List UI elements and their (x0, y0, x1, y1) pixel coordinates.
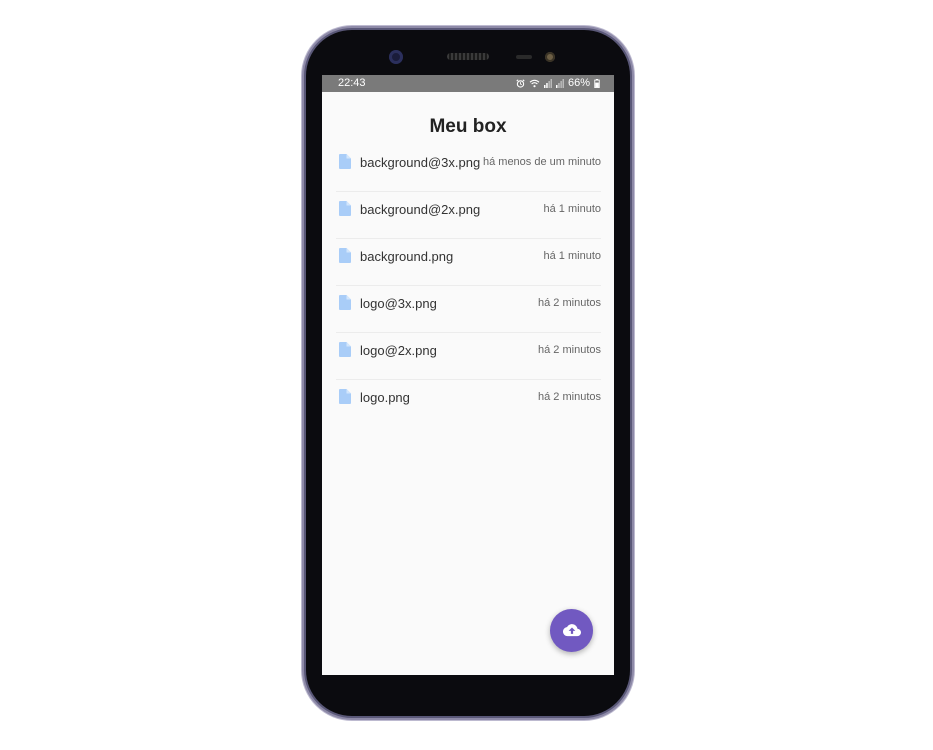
file-name: logo.png (360, 390, 410, 405)
file-time: há 1 minuto (543, 250, 601, 262)
page-title: Meu box (429, 116, 507, 137)
file-icon (339, 154, 351, 169)
file-row[interactable]: logo.png há 2 minutos (336, 380, 601, 426)
signal-icon (555, 78, 564, 88)
file-row[interactable]: background@3x.png há menos de um minuto (336, 145, 601, 192)
file-icon (339, 389, 351, 404)
file-time: há 2 minutos (538, 344, 601, 356)
file-icon (339, 342, 351, 357)
file-row[interactable]: logo@2x.png há 2 minutos (336, 333, 601, 380)
status-time: 22:43 (338, 77, 366, 89)
file-row[interactable]: logo@3x.png há 2 minutos (336, 286, 601, 333)
status-icons: 66% (516, 77, 600, 89)
proximity-sensor (516, 55, 532, 59)
battery-icon (594, 78, 600, 88)
file-icon (339, 201, 351, 216)
file-row[interactable]: background@2x.png há 1 minuto (336, 192, 601, 239)
front-camera (389, 50, 403, 64)
cloud-upload-icon (562, 624, 581, 637)
file-name: background@3x.png (360, 155, 481, 170)
file-icon (339, 295, 351, 310)
file-list: background@3x.png há menos de um minuto … (336, 145, 601, 426)
file-time: há 2 minutos (538, 297, 601, 309)
file-icon (339, 248, 351, 263)
file-name: logo@3x.png (360, 296, 437, 311)
alarm-icon (516, 78, 525, 88)
file-time: há menos de um minuto (482, 156, 601, 168)
upload-button[interactable] (550, 609, 593, 652)
phone-screen: 22:43 66% Meu box background@3x.png há m… (322, 75, 614, 675)
wifi-icon (529, 79, 540, 88)
front-flash (545, 52, 555, 62)
file-time: há 1 minuto (543, 203, 601, 215)
file-name: background@2x.png (360, 202, 481, 217)
status-bar: 22:43 66% (322, 75, 614, 92)
power-button (630, 235, 634, 277)
file-name: logo@2x.png (360, 343, 437, 358)
earpiece-speaker (447, 53, 489, 60)
battery-text: 66% (567, 77, 590, 89)
signal-icon (543, 78, 552, 88)
file-name: background.png (360, 249, 454, 264)
file-time: há 2 minutos (538, 391, 601, 403)
file-row[interactable]: background.png há 1 minuto (336, 239, 601, 286)
